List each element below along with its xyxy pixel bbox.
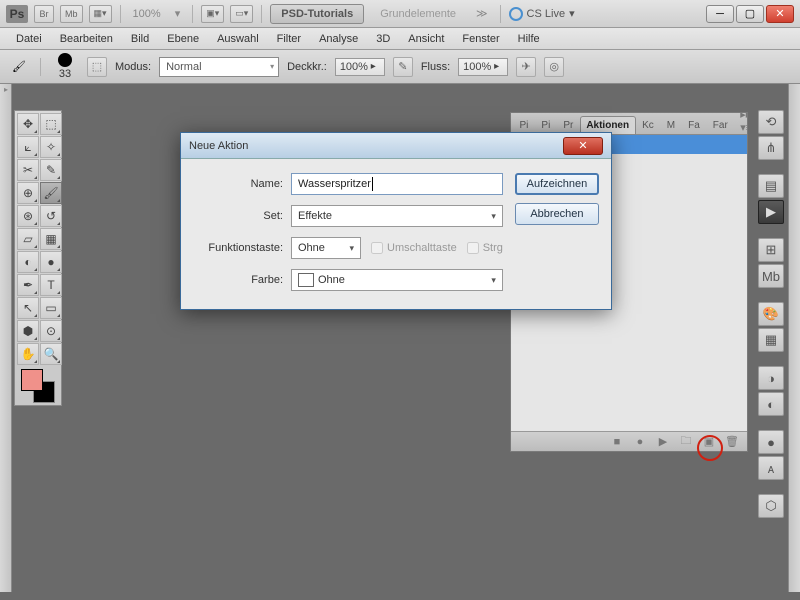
fkey-label: Funktionstaste: (193, 242, 283, 254)
ctrl-checkbox[interactable]: Strg (467, 242, 503, 254)
cancel-button[interactable]: Abbrechen (515, 203, 599, 225)
name-input[interactable]: Wasserspritzer (291, 173, 503, 195)
farbe-select[interactable]: Ohne▾ (291, 269, 503, 291)
record-button[interactable]: Aufzeichnen (515, 173, 599, 195)
set-select[interactable]: Effekte▾ (291, 205, 503, 227)
dialog-title: Neue Aktion (189, 140, 248, 152)
farbe-label: Farbe: (193, 274, 283, 286)
shift-checkbox[interactable]: Umschalttaste (371, 242, 457, 254)
dialog-titlebar[interactable]: Neue Aktion ✕ (181, 133, 611, 159)
name-label: Name: (193, 178, 283, 190)
new-action-dialog: Neue Aktion ✕ Name: Wasserspritzer Set: … (180, 132, 612, 310)
fkey-select[interactable]: Ohne▾ (291, 237, 361, 259)
dialog-close-button[interactable]: ✕ (563, 137, 603, 155)
dialog-overlay: Neue Aktion ✕ Name: Wasserspritzer Set: … (0, 0, 800, 600)
set-label: Set: (193, 210, 283, 222)
